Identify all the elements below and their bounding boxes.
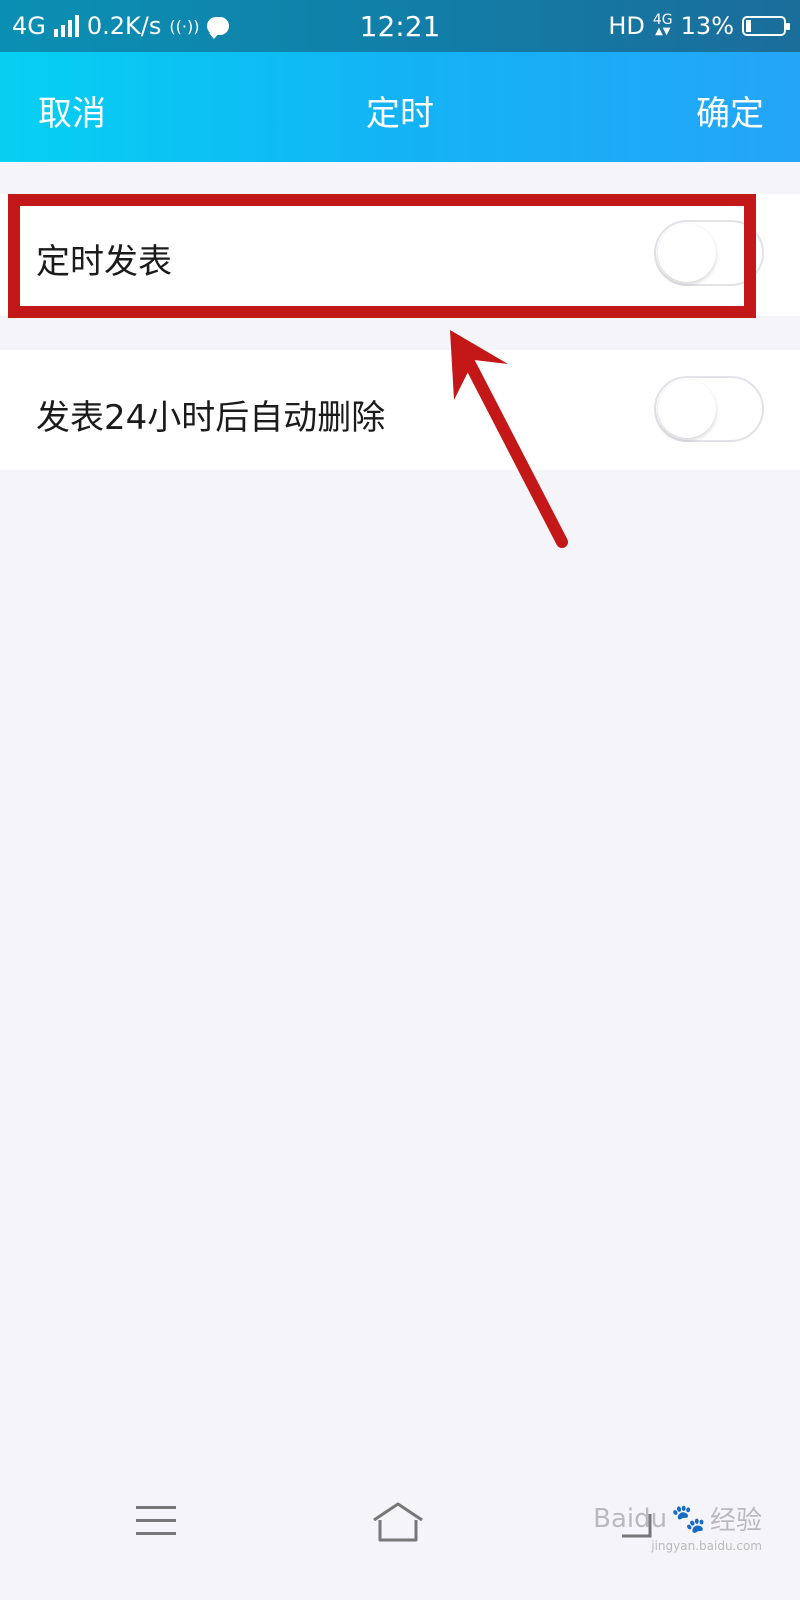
status-right: HD 4G ▲▼ 13% bbox=[608, 12, 790, 40]
watermark: Baidu 🐾 经验 jingyan.baidu.com bbox=[593, 1500, 762, 1553]
auto-delete-label: 发表24小时后自动删除 bbox=[36, 398, 386, 438]
auto-delete-row[interactable]: 发表24小时后自动删除 bbox=[0, 350, 800, 470]
home-icon[interactable] bbox=[370, 1498, 426, 1548]
mobile-data-icon: 4G ▲▼ bbox=[652, 12, 673, 37]
paw-icon: 🐾 bbox=[671, 1502, 706, 1535]
watermark-url: jingyan.baidu.com bbox=[651, 1539, 762, 1553]
battery-fill bbox=[746, 20, 751, 32]
watermark-brand: Baidu bbox=[593, 1503, 668, 1534]
annotation-highlight-box bbox=[8, 194, 756, 318]
status-bar: 4G 0.2K/s ((·)) 12:21 HD 4G ▲▼ 13% bbox=[0, 0, 800, 52]
menu-icon[interactable] bbox=[136, 1506, 176, 1538]
confirm-button[interactable]: 确定 bbox=[696, 86, 764, 135]
page-title: 定时 bbox=[366, 94, 434, 134]
hd-indicator: HD bbox=[608, 12, 645, 40]
mobile-data-label: 4G bbox=[652, 12, 673, 28]
toggle-knob bbox=[658, 380, 716, 438]
battery-icon bbox=[742, 16, 790, 36]
battery-percent: 13% bbox=[680, 12, 734, 40]
watermark-suffix: 经验 bbox=[709, 1506, 762, 1536]
auto-delete-toggle[interactable] bbox=[654, 376, 764, 442]
nav-bar: 取消 定时 确定 bbox=[0, 52, 800, 162]
